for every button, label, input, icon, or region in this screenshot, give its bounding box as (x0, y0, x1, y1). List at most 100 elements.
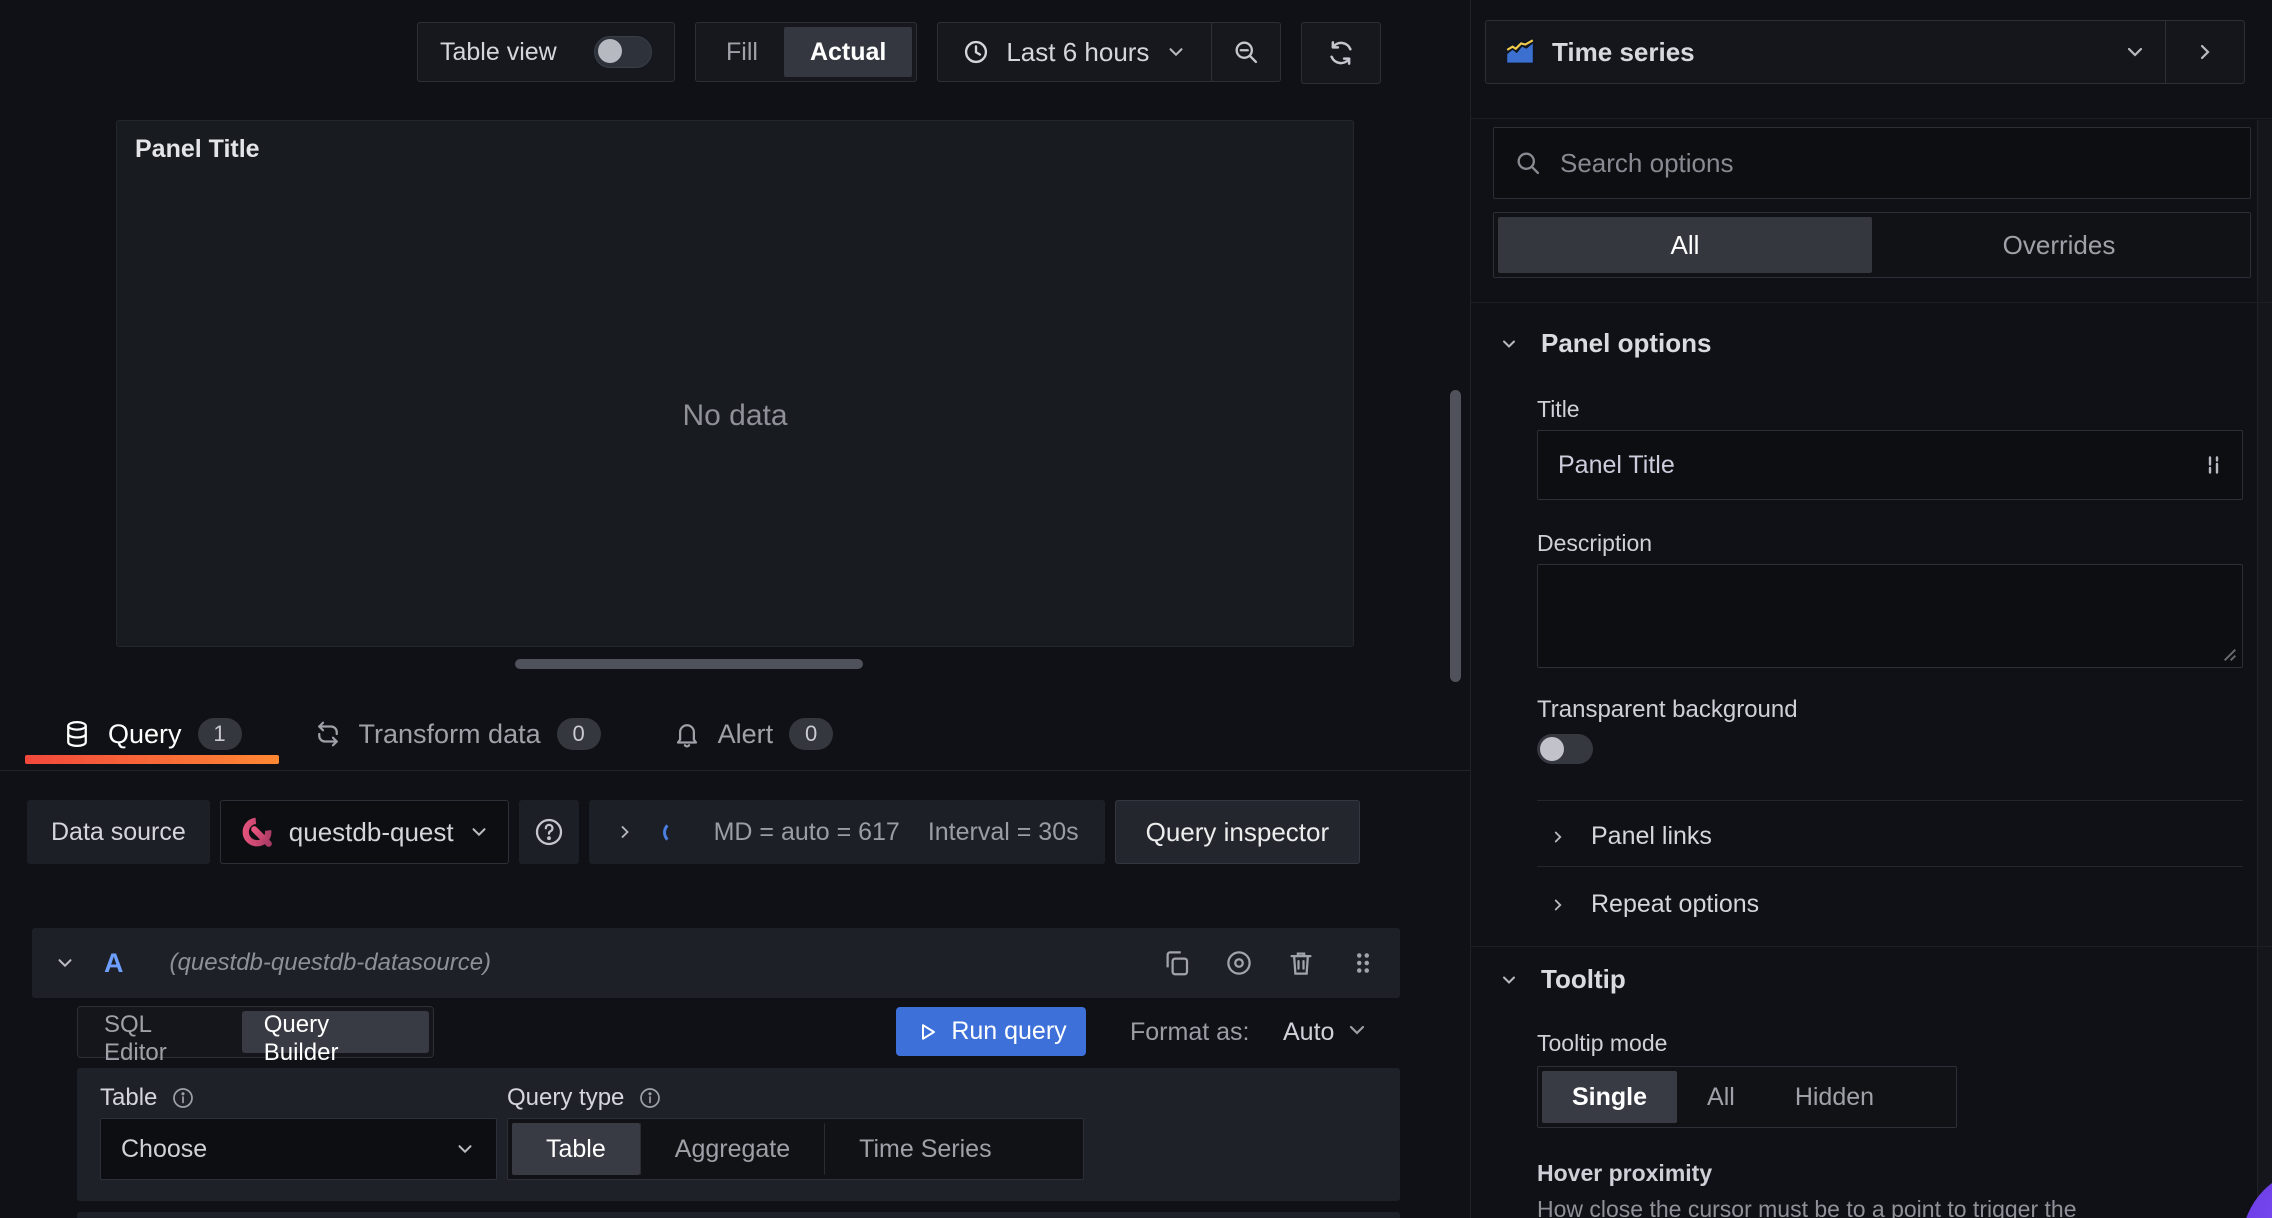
panel-preview-title[interactable]: Panel Title (135, 135, 260, 164)
panel-title-input[interactable] (1538, 450, 2202, 480)
query-type-time-series[interactable]: Time Series (824, 1123, 1025, 1175)
search-options-box[interactable] (1493, 127, 2251, 199)
loading-spinner-icon (662, 820, 686, 844)
query-builder-mode[interactable]: Query Builder (241, 1011, 429, 1066)
chevron-right-icon (2193, 40, 2217, 64)
tab-alert[interactable]: Alert 0 (672, 718, 834, 750)
chevron-down-icon (2123, 40, 2147, 64)
query-options-row[interactable]: MD = auto = 617 Interval = 30s (588, 800, 1105, 864)
time-series-viz-icon (1504, 36, 1536, 68)
datasource-picker[interactable]: questdb-quest (219, 800, 509, 864)
datasource-help-button[interactable] (518, 800, 579, 864)
table-select[interactable]: Choose (100, 1118, 497, 1180)
questdb-logo-icon (239, 814, 275, 850)
fill-option[interactable]: Fill (700, 27, 784, 77)
query-type-table[interactable]: Table (512, 1123, 640, 1175)
resize-handle-icon[interactable] (2222, 647, 2238, 663)
run-query-button[interactable]: Run query (896, 1007, 1086, 1056)
search-options-input[interactable] (1558, 146, 2230, 180)
tooltip-mode-all[interactable]: All (1677, 1071, 1765, 1123)
drag-handle-icon[interactable] (1348, 948, 1378, 978)
tab-transform-label: Transform data (358, 718, 541, 749)
title-label: Title (1537, 396, 1580, 422)
clock-icon (962, 38, 990, 66)
pane-divider (1471, 118, 2272, 119)
query-type-group: Table Aggregate Time Series (507, 1118, 1084, 1180)
tab-query[interactable]: Query 1 (62, 718, 242, 750)
actual-option[interactable]: Actual (783, 27, 913, 77)
panel-links-label: Panel links (1591, 822, 1712, 850)
tooltip-header[interactable]: Tooltip (1499, 964, 1626, 995)
repeat-options-row[interactable]: Repeat options (1549, 890, 1759, 919)
transform-icon (313, 719, 343, 749)
filter-tab-overrides[interactable]: Overrides (1872, 217, 2246, 273)
table-view-control[interactable]: Table view (417, 22, 675, 82)
datasource-name: questdb-quest (288, 816, 454, 847)
vertical-scrollbar[interactable] (1450, 390, 1461, 682)
eye-icon[interactable] (1224, 948, 1254, 978)
collapse-pane-button[interactable] (2166, 21, 2244, 83)
info-icon[interactable] (638, 1086, 662, 1110)
options-scrollbar-gutter[interactable] (2257, 120, 2272, 1218)
collapse-chevron-icon[interactable] (54, 952, 76, 974)
chevron-down-icon (1499, 334, 1519, 354)
visualization-picker[interactable]: Time series (1485, 20, 2245, 84)
divider (1537, 800, 2243, 801)
zoom-out-button[interactable] (1212, 23, 1280, 81)
trash-icon[interactable] (1286, 948, 1316, 978)
chevron-right-icon (615, 822, 635, 842)
pane-divider (1471, 946, 2272, 947)
data-link-suggestions-icon[interactable] (2202, 453, 2242, 477)
description-textarea[interactable] (1537, 564, 2243, 668)
query-type-field-label: Query type (507, 1084, 662, 1112)
query-type-label-text: Query type (507, 1084, 625, 1111)
panel-options-header[interactable]: Panel options (1499, 328, 1711, 359)
tooltip-mode-group: Single All Hidden (1537, 1066, 1957, 1128)
table-field-label: Table (100, 1084, 195, 1112)
panel-title-field (1537, 430, 2243, 500)
tooltip-mode-single[interactable]: Single (1542, 1071, 1678, 1123)
tabs-divider (0, 770, 1470, 771)
chevron-down-icon (468, 821, 490, 843)
tooltip-heading: Tooltip (1541, 964, 1626, 994)
query-row-actions (1162, 948, 1378, 978)
table-select-value: Choose (121, 1134, 208, 1163)
visualization-name: Time series (1552, 36, 1695, 67)
active-tab-underline (25, 755, 279, 764)
transparent-background-toggle[interactable] (1537, 734, 1593, 764)
toggle-knob (1540, 737, 1564, 761)
tooltip-mode-label: Tooltip mode (1537, 1030, 1668, 1056)
tab-query-count: 1 (197, 718, 242, 750)
duplicate-icon[interactable] (1162, 948, 1192, 978)
tooltip-mode-hidden[interactable]: Hidden (1765, 1071, 1904, 1123)
horizontal-scrollbar[interactable] (515, 659, 863, 669)
chevron-down-icon[interactable] (1345, 1018, 1369, 1042)
chevron-down-icon (454, 1138, 476, 1160)
tab-transform-data[interactable]: Transform data 0 (313, 718, 601, 750)
options-filter-tabs: All Overrides (1493, 212, 2251, 278)
next-card-edge (77, 1212, 1400, 1218)
description-label: Description (1537, 530, 1653, 556)
table-view-toggle[interactable] (594, 36, 652, 68)
query-refid: A (104, 947, 124, 978)
time-range-picker[interactable]: Last 6 hours (938, 23, 1211, 81)
hover-proximity-label: Hover proximity (1537, 1160, 1713, 1186)
query-inspector-button[interactable]: Query inspector (1114, 800, 1361, 864)
time-range-group: Last 6 hours (937, 22, 1282, 82)
format-as-label: Format as: (1130, 1018, 1250, 1046)
max-data-points: MD = auto = 617 (713, 817, 900, 846)
panel-links-row[interactable]: Panel links (1549, 822, 1712, 851)
grafana-panel-editor: Table view Fill Actual Last 6 hours Pane… (0, 0, 2272, 1218)
query-type-aggregate[interactable]: Aggregate (639, 1123, 824, 1175)
info-icon[interactable] (171, 1086, 195, 1110)
time-range-label: Last 6 hours (1006, 36, 1150, 67)
query-row-header[interactable]: A (questdb-questdb-datasource) (32, 928, 1400, 998)
hover-proximity-description: How close the cursor must be to a point … (1537, 1196, 2077, 1218)
datasource-label: Data source (27, 800, 210, 864)
divider (1537, 866, 2243, 867)
refresh-button[interactable] (1301, 22, 1382, 84)
format-as-value[interactable]: Auto (1283, 1018, 1334, 1047)
visualization-current[interactable]: Time series (1486, 21, 2165, 83)
sql-editor-mode[interactable]: SQL Editor (82, 1011, 240, 1066)
filter-tab-all[interactable]: All (1498, 217, 1872, 273)
